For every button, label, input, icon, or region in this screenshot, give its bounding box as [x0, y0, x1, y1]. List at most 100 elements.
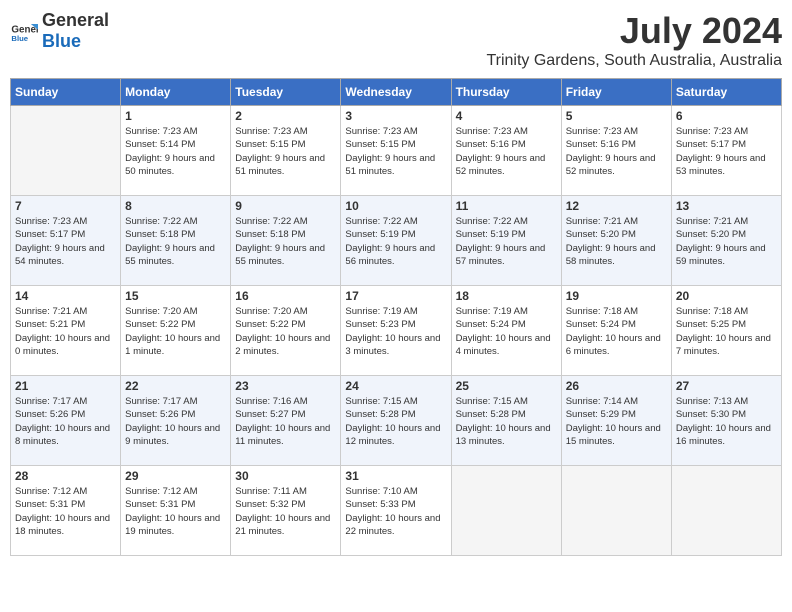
calendar-cell: 18 Sunrise: 7:19 AMSunset: 5:24 PMDayligh… [451, 286, 561, 376]
logo-icon: General Blue [10, 17, 38, 45]
col-header-friday: Friday [561, 79, 671, 106]
day-number: 29 [125, 469, 226, 483]
location-title: Trinity Gardens, South Australia, Austra… [486, 52, 782, 70]
day-number: 25 [456, 379, 557, 393]
title-area: July 2024 Trinity Gardens, South Austral… [486, 10, 782, 70]
calendar-header-row: SundayMondayTuesdayWednesdayThursdayFrid… [11, 79, 782, 106]
day-number: 17 [345, 289, 446, 303]
calendar-cell: 20 Sunrise: 7:18 AMSunset: 5:25 PMDayligh… [671, 286, 781, 376]
calendar-week-2: 7 Sunrise: 7:23 AMSunset: 5:17 PMDaylight… [11, 196, 782, 286]
col-header-thursday: Thursday [451, 79, 561, 106]
day-info: Sunrise: 7:23 AMSunset: 5:14 PMDaylight:… [125, 125, 226, 178]
day-info: Sunrise: 7:10 AMSunset: 5:33 PMDaylight:… [345, 485, 446, 538]
col-header-wednesday: Wednesday [341, 79, 451, 106]
day-number: 5 [566, 109, 667, 123]
calendar-cell: 16 Sunrise: 7:20 AMSunset: 5:22 PMDayligh… [231, 286, 341, 376]
calendar-cell: 31 Sunrise: 7:10 AMSunset: 5:33 PMDayligh… [341, 466, 451, 556]
calendar-cell: 7 Sunrise: 7:23 AMSunset: 5:17 PMDaylight… [11, 196, 121, 286]
calendar-cell [11, 106, 121, 196]
month-title: July 2024 [486, 10, 782, 52]
day-number: 4 [456, 109, 557, 123]
day-info: Sunrise: 7:22 AMSunset: 5:19 PMDaylight:… [456, 215, 557, 268]
day-info: Sunrise: 7:18 AMSunset: 5:24 PMDaylight:… [566, 305, 667, 358]
day-number: 10 [345, 199, 446, 213]
calendar-cell: 28 Sunrise: 7:12 AMSunset: 5:31 PMDayligh… [11, 466, 121, 556]
calendar-cell: 15Sunrise: 7:20 AMSunset: 5:22 PMDayligh… [121, 286, 231, 376]
day-number: 19 [566, 289, 667, 303]
logo-general: General [42, 10, 109, 30]
day-number: 24 [345, 379, 446, 393]
calendar-cell: 1 Sunrise: 7:23 AMSunset: 5:14 PMDaylight… [121, 106, 231, 196]
calendar-cell: 27 Sunrise: 7:13 AMSunset: 5:30 PMDayligh… [671, 376, 781, 466]
calendar-week-5: 28 Sunrise: 7:12 AMSunset: 5:31 PMDayligh… [11, 466, 782, 556]
calendar-week-1: 1 Sunrise: 7:23 AMSunset: 5:14 PMDaylight… [11, 106, 782, 196]
day-info: Sunrise: 7:17 AMSunset: 5:26 PMDaylight:… [125, 395, 226, 448]
day-number: 31 [345, 469, 446, 483]
day-number: 22 [125, 379, 226, 393]
day-info: Sunrise: 7:17 AMSunset: 5:26 PMDaylight:… [15, 395, 116, 448]
calendar-cell: 11 Sunrise: 7:22 AMSunset: 5:19 PMDayligh… [451, 196, 561, 286]
day-number: 14 [15, 289, 116, 303]
calendar-cell: 2 Sunrise: 7:23 AMSunset: 5:15 PMDaylight… [231, 106, 341, 196]
day-info: Sunrise: 7:13 AMSunset: 5:30 PMDaylight:… [676, 395, 777, 448]
calendar-cell [671, 466, 781, 556]
calendar-cell: 13 Sunrise: 7:21 AMSunset: 5:20 PMDayligh… [671, 196, 781, 286]
day-number: 28 [15, 469, 116, 483]
day-info: Sunrise: 7:11 AMSunset: 5:32 PMDaylight:… [235, 485, 336, 538]
day-info: Sunrise: 7:22 AMSunset: 5:18 PMDaylight:… [235, 215, 336, 268]
day-number: 30 [235, 469, 336, 483]
col-header-saturday: Saturday [671, 79, 781, 106]
calendar-cell: 25Sunrise: 7:15 AMSunset: 5:28 PMDayligh… [451, 376, 561, 466]
day-number: 1 [125, 109, 226, 123]
day-info: Sunrise: 7:23 AMSunset: 5:16 PMDaylight:… [566, 125, 667, 178]
day-info: Sunrise: 7:20 AMSunset: 5:22 PMDaylight:… [235, 305, 336, 358]
day-info: Sunrise: 7:21 AMSunset: 5:20 PMDaylight:… [676, 215, 777, 268]
calendar-cell: 3 Sunrise: 7:23 AMSunset: 5:15 PMDaylight… [341, 106, 451, 196]
day-info: Sunrise: 7:22 AMSunset: 5:18 PMDaylight:… [125, 215, 226, 268]
calendar-cell: 14 Sunrise: 7:21 AMSunset: 5:21 PMDayligh… [11, 286, 121, 376]
calendar-cell: 24Sunrise: 7:15 AMSunset: 5:28 PMDayligh… [341, 376, 451, 466]
day-number: 21 [15, 379, 116, 393]
day-info: Sunrise: 7:12 AMSunset: 5:31 PMDaylight:… [15, 485, 116, 538]
calendar-cell: 4 Sunrise: 7:23 AMSunset: 5:16 PMDaylight… [451, 106, 561, 196]
col-header-monday: Monday [121, 79, 231, 106]
day-info: Sunrise: 7:23 AMSunset: 5:15 PMDaylight:… [235, 125, 336, 178]
calendar-cell: 23Sunrise: 7:16 AMSunset: 5:27 PMDayligh… [231, 376, 341, 466]
day-number: 7 [15, 199, 116, 213]
day-info: Sunrise: 7:14 AMSunset: 5:29 PMDaylight:… [566, 395, 667, 448]
day-info: Sunrise: 7:23 AMSunset: 5:16 PMDaylight:… [456, 125, 557, 178]
day-number: 16 [235, 289, 336, 303]
day-number: 8 [125, 199, 226, 213]
day-info: Sunrise: 7:21 AMSunset: 5:20 PMDaylight:… [566, 215, 667, 268]
day-info: Sunrise: 7:18 AMSunset: 5:25 PMDaylight:… [676, 305, 777, 358]
day-number: 18 [456, 289, 557, 303]
calendar-cell: 9Sunrise: 7:22 AMSunset: 5:18 PMDaylight… [231, 196, 341, 286]
day-info: Sunrise: 7:23 AMSunset: 5:15 PMDaylight:… [345, 125, 446, 178]
day-number: 20 [676, 289, 777, 303]
day-number: 13 [676, 199, 777, 213]
calendar-week-3: 14 Sunrise: 7:21 AMSunset: 5:21 PMDayligh… [11, 286, 782, 376]
day-number: 26 [566, 379, 667, 393]
calendar-cell: 8 Sunrise: 7:22 AMSunset: 5:18 PMDaylight… [121, 196, 231, 286]
day-info: Sunrise: 7:23 AMSunset: 5:17 PMDaylight:… [676, 125, 777, 178]
calendar-cell: 26 Sunrise: 7:14 AMSunset: 5:29 PMDayligh… [561, 376, 671, 466]
day-info: Sunrise: 7:19 AMSunset: 5:24 PMDaylight:… [456, 305, 557, 358]
calendar-cell: 6 Sunrise: 7:23 AMSunset: 5:17 PMDaylight… [671, 106, 781, 196]
day-number: 3 [345, 109, 446, 123]
day-number: 11 [456, 199, 557, 213]
logo-blue: Blue [42, 31, 81, 51]
calendar-cell: 17Sunrise: 7:19 AMSunset: 5:23 PMDayligh… [341, 286, 451, 376]
calendar-cell [561, 466, 671, 556]
day-number: 27 [676, 379, 777, 393]
calendar-cell: 19 Sunrise: 7:18 AMSunset: 5:24 PMDayligh… [561, 286, 671, 376]
calendar-week-4: 21 Sunrise: 7:17 AMSunset: 5:26 PMDayligh… [11, 376, 782, 466]
calendar-table: SundayMondayTuesdayWednesdayThursdayFrid… [10, 78, 782, 556]
day-info: Sunrise: 7:23 AMSunset: 5:17 PMDaylight:… [15, 215, 116, 268]
col-header-sunday: Sunday [11, 79, 121, 106]
day-number: 6 [676, 109, 777, 123]
page-header: General Blue General Blue July 2024 Trin… [10, 10, 782, 70]
calendar-cell: 30 Sunrise: 7:11 AMSunset: 5:32 PMDayligh… [231, 466, 341, 556]
calendar-cell [451, 466, 561, 556]
day-info: Sunrise: 7:21 AMSunset: 5:21 PMDaylight:… [15, 305, 116, 358]
day-number: 2 [235, 109, 336, 123]
